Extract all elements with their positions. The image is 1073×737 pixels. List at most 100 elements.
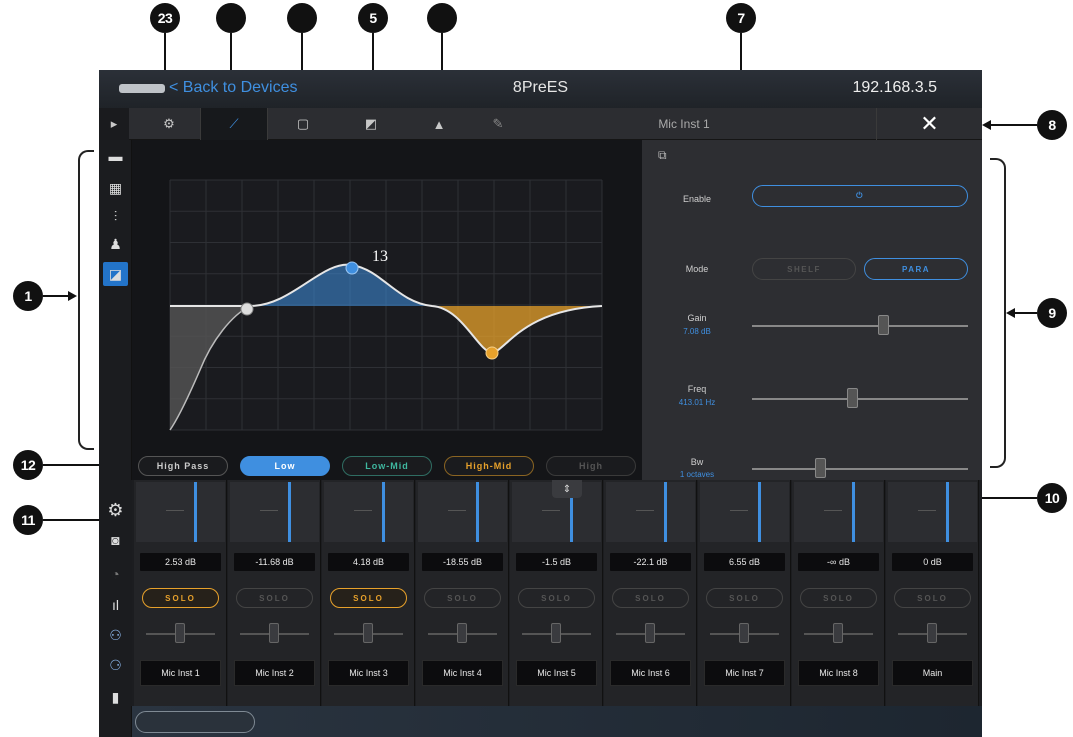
leader-line <box>43 295 71 297</box>
faders-icon[interactable]: ⫶ <box>103 204 128 228</box>
grid-icon[interactable]: ▦ <box>103 176 128 200</box>
callout-1: 1 <box>13 281 43 311</box>
eq-icon[interactable]: ⟋ <box>200 108 268 140</box>
usb-icon[interactable]: ▮ <box>103 685 128 709</box>
sidebar-toggle-icon[interactable]: ▸ <box>99 108 129 140</box>
solo-button[interactable]: SOLO <box>894 588 971 608</box>
solo-button[interactable]: SOLO <box>518 588 595 608</box>
eq-graph[interactable] <box>132 140 642 452</box>
pan-knob[interactable] <box>551 623 561 643</box>
pan-knob[interactable] <box>927 623 937 643</box>
meter-bar <box>946 482 949 542</box>
channel-strip: 6.55 dB SOLO Mic Inst 7 <box>698 480 791 706</box>
level-meter <box>888 482 977 542</box>
channel-name[interactable]: Mic Inst 4 <box>422 660 503 686</box>
callout-blank-c <box>427 3 457 33</box>
meter-bar <box>664 482 667 542</box>
channel-name[interactable]: Mic Inst 1 <box>140 660 221 686</box>
info-icon[interactable]: ▢ <box>269 108 337 140</box>
solo-button[interactable]: SOLO <box>800 588 877 608</box>
lower-sidebar: ⚙ ◙ ◔ ıl ⚇ ⚆ ▮ <box>99 480 132 706</box>
meter-mark <box>824 510 842 511</box>
high-mid-band-node <box>485 346 499 360</box>
channel-name[interactable]: Mic Inst 8 <box>798 660 879 686</box>
bw-slider-track[interactable] <box>752 468 968 470</box>
band-high-pass[interactable]: High Pass <box>138 456 228 476</box>
pan-knob[interactable] <box>739 623 749 643</box>
channel-title: Mic Inst 1 <box>658 117 710 131</box>
callout-8: 8 <box>1037 110 1067 140</box>
pan-knob[interactable] <box>833 623 843 643</box>
meter-bar <box>194 482 197 542</box>
freq-slider-track[interactable] <box>752 398 968 400</box>
meter-bar <box>476 482 479 542</box>
mode-para-button[interactable]: PARA <box>864 258 968 280</box>
device-icon[interactable]: ▬ <box>103 144 128 168</box>
band-low[interactable]: Low <box>240 456 330 476</box>
pan-knob[interactable] <box>457 623 467 643</box>
settings-icon[interactable]: ⚙ <box>103 498 128 522</box>
dynamics-icon[interactable]: ◩ <box>337 108 405 140</box>
headphone-icon[interactable]: ◔ <box>103 562 128 586</box>
drag-handle-icon[interactable]: ⇕ <box>552 480 582 498</box>
solo-button[interactable]: SOLO <box>424 588 501 608</box>
band-selector: High Pass Low Low-Mid High-Mid High <box>132 452 642 480</box>
level-meter <box>418 482 507 542</box>
close-button[interactable]: ✕ <box>876 108 982 140</box>
channel-name[interactable]: Mic Inst 2 <box>234 660 315 686</box>
room-eq-icon[interactable]: ▲ <box>405 108 473 140</box>
channel-name[interactable]: Mic Inst 5 <box>516 660 597 686</box>
meter-bars-icon[interactable]: ıl <box>103 593 128 617</box>
solo-button[interactable]: SOLO <box>330 588 407 608</box>
solo-button[interactable]: SOLO <box>706 588 783 608</box>
leader-line <box>1012 312 1037 314</box>
channel-strip: 2.53 dB SOLO Mic Inst 1 <box>134 480 227 706</box>
meter-mark <box>166 510 184 511</box>
pan-knob[interactable] <box>645 623 655 643</box>
level-readout: -18.55 dB <box>422 553 503 571</box>
top-bar: < Back to Devices 8PreES 192.168.3.5 <box>99 70 982 108</box>
solo-button[interactable]: SOLO <box>236 588 313 608</box>
callout-7: 7 <box>726 3 756 33</box>
share-icon[interactable]: ⚇ <box>103 623 128 647</box>
network-icon[interactable]: ⚆ <box>103 653 128 677</box>
gain-value: 7.08 dB <box>683 327 711 336</box>
channel-name[interactable]: Main <box>892 660 973 686</box>
callout-5: 5 <box>358 3 388 33</box>
search-input[interactable] <box>135 711 255 733</box>
gain-slider-track[interactable] <box>752 325 968 327</box>
mode-shelf-button[interactable]: SHELF <box>752 258 856 280</box>
channel-name[interactable]: Mic Inst 6 <box>610 660 691 686</box>
level-readout: -1.5 dB <box>516 553 597 571</box>
gain-slider-knob[interactable] <box>878 315 889 335</box>
channel-strip: -1.5 dB SOLO Mic Inst 5 <box>510 480 603 706</box>
band-high[interactable]: High <box>546 456 636 476</box>
gear-icon[interactable]: ⚙ <box>139 108 199 140</box>
edit-icon[interactable]: ✎ <box>473 108 523 140</box>
callout-12: 12 <box>13 450 43 480</box>
gain-label: Gain <box>687 313 707 323</box>
band-high-mid[interactable]: High-Mid <box>444 456 534 476</box>
device-title: 8PreES <box>512 79 569 96</box>
band-low-mid[interactable]: Low-Mid <box>342 456 432 476</box>
monitor-icon[interactable]: ◙ <box>103 528 128 552</box>
enable-toggle[interactable]: ⏻ <box>752 185 968 207</box>
channel-strip: -∞ dB SOLO Mic Inst 8 <box>792 480 885 706</box>
brace-right <box>990 158 1006 468</box>
bw-slider-knob[interactable] <box>815 458 826 478</box>
meter-bar <box>852 482 855 542</box>
solo-button[interactable]: SOLO <box>142 588 219 608</box>
pan-knob[interactable] <box>363 623 373 643</box>
copy-icon[interactable]: ⧉ <box>658 148 667 163</box>
channel-name[interactable]: Mic Inst 3 <box>328 660 409 686</box>
channel-strip: 0 dB SOLO Main <box>886 480 979 706</box>
pan-knob[interactable] <box>269 623 279 643</box>
eq-view-icon[interactable]: ◪ <box>103 262 128 286</box>
callout-blank-a <box>216 3 246 33</box>
channel-name[interactable]: Mic Inst 7 <box>704 660 785 686</box>
user-faders-icon[interactable]: ♟ <box>103 232 128 256</box>
channel-strip: 4.18 dB SOLO Mic Inst 3 <box>322 480 415 706</box>
solo-button[interactable]: SOLO <box>612 588 689 608</box>
pan-knob[interactable] <box>175 623 185 643</box>
freq-slider-knob[interactable] <box>846 388 858 408</box>
